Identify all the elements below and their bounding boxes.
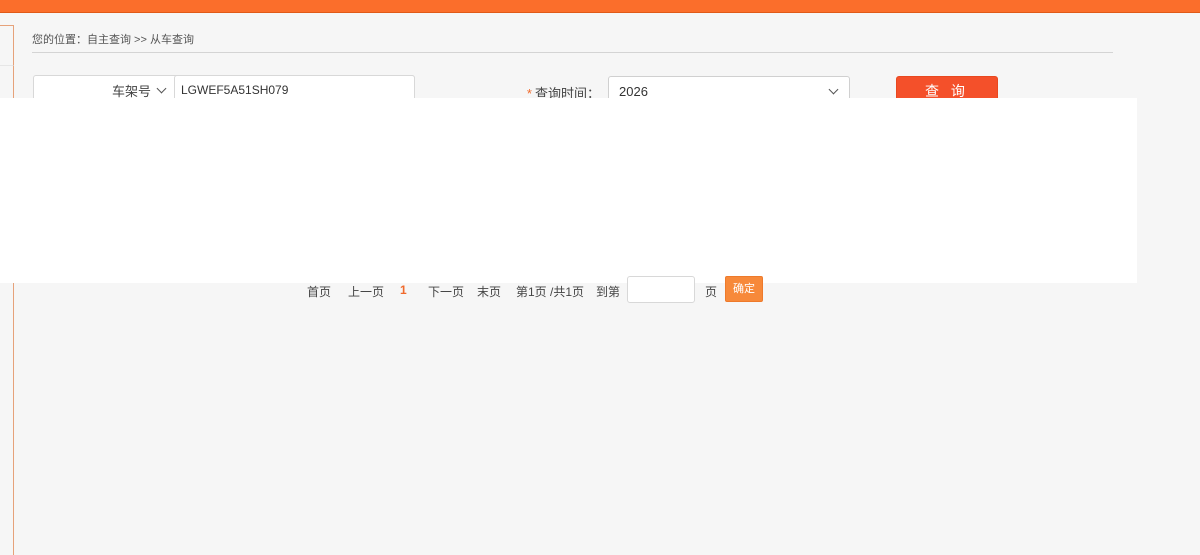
last-page-link[interactable]: 末页 — [477, 283, 501, 300]
year-select-value: 2026 — [619, 83, 648, 99]
chevron-down-icon — [828, 84, 839, 94]
page-info: 第1页 /共1页 — [516, 285, 585, 299]
results-panel-blank — [0, 98, 1137, 283]
left-sidebar-tab[interactable] — [0, 25, 14, 66]
top-header-bar — [0, 0, 1200, 13]
goto-label: 到第 — [596, 285, 621, 299]
first-page-link[interactable]: 首页 — [307, 283, 331, 300]
current-page-number[interactable]: 1 — [400, 283, 407, 297]
breadcrumb-divider — [32, 52, 1113, 53]
confirm-button[interactable]: 确定 — [725, 276, 763, 302]
next-page-link[interactable]: 下一页 — [428, 283, 464, 300]
page-suffix-label: 页 — [705, 285, 718, 299]
search-type-label: 车架号 — [111, 83, 151, 99]
page-number-input[interactable] — [627, 276, 695, 303]
breadcrumb: 您的位置：自主查询 >> 从车查询 — [32, 34, 194, 46]
chevron-down-icon — [156, 83, 167, 93]
prev-page-link[interactable]: 上一页 — [348, 283, 384, 300]
